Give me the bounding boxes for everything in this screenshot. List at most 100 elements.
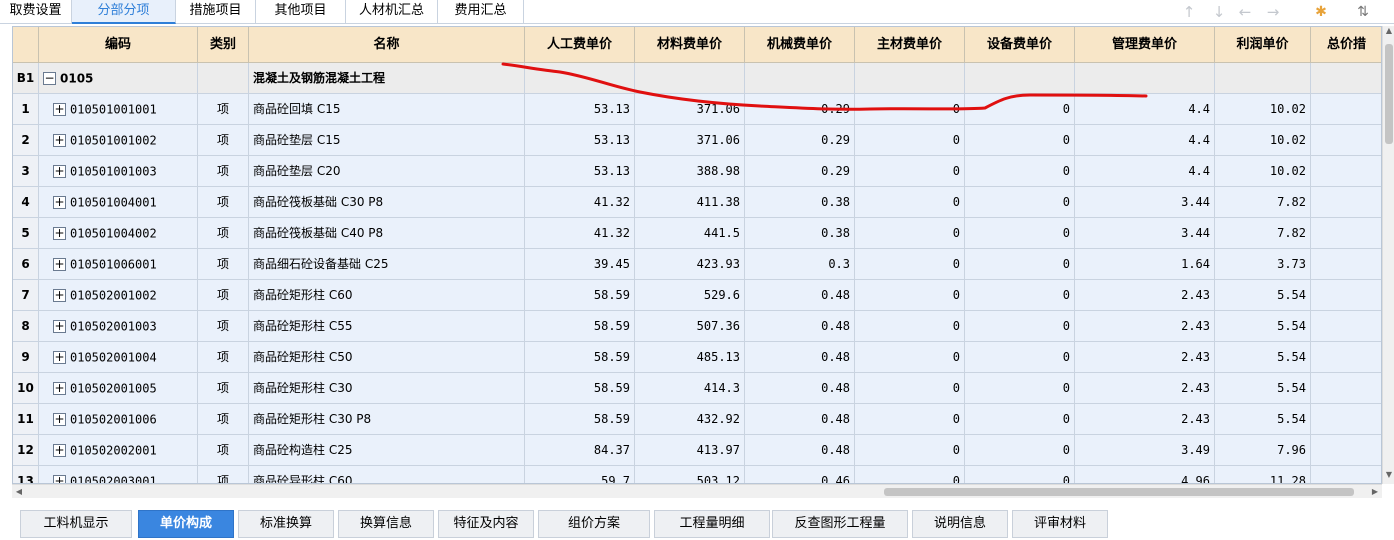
profit-price-cell[interactable]: 7.96 <box>1215 435 1311 466</box>
material-price-cell[interactable]: 413.97 <box>635 435 745 466</box>
code-cell[interactable]: +010502002001 <box>39 435 198 466</box>
main-price-cell[interactable]: 0 <box>855 311 965 342</box>
name-cell[interactable]: 商品砼矩形柱 C50 <box>249 342 525 373</box>
code-cell[interactable]: +010502001006 <box>39 404 198 435</box>
table-row[interactable]: 10 +010502001005 项商品砼矩形柱 C30 58.59 414.3 0.48… <box>13 373 1381 404</box>
mgmt-price-cell[interactable]: 3.44 <box>1075 218 1215 249</box>
name-cell[interactable]: 商品砼矩形柱 C30 P8 <box>249 404 525 435</box>
table-row[interactable]: 6 +010501006001 项商品细石砼设备基础 C25 39.45 423.93 0… <box>13 249 1381 280</box>
main-price-cell[interactable]: 0 <box>855 156 965 187</box>
column-header-code[interactable]: 编码 <box>39 27 198 63</box>
mgmt-price-cell[interactable]: 3.44 <box>1075 187 1215 218</box>
arrow-down-icon[interactable]: ↓ <box>1210 2 1228 22</box>
machine-price-cell[interactable]: 0.48 <box>745 311 855 342</box>
total-measure-cell[interactable] <box>1311 311 1381 342</box>
code-cell[interactable]: +010501004002 <box>39 218 198 249</box>
expand-icon[interactable]: + <box>53 475 66 483</box>
name-cell[interactable]: 商品砼矩形柱 C60 <box>249 280 525 311</box>
profit-price-cell[interactable]: 5.54 <box>1215 342 1311 373</box>
expand-icon[interactable]: + <box>53 351 66 364</box>
bottom-tab-4[interactable]: 换算信息 <box>338 510 434 538</box>
bottom-tab-9[interactable]: 说明信息 <box>912 510 1008 538</box>
labor-price-cell[interactable]: 41.32 <box>525 218 635 249</box>
mgmt-price-cell[interactable]: 4.4 <box>1075 125 1215 156</box>
collapse-icon[interactable]: − <box>43 72 56 85</box>
vertical-scroll-thumb[interactable] <box>1385 44 1393 144</box>
scroll-left-icon[interactable]: ◀ <box>12 485 26 499</box>
profit-price-cell[interactable]: 10.02 <box>1215 156 1311 187</box>
type-cell[interactable]: 项 <box>198 466 249 483</box>
equip-price-cell[interactable]: 0 <box>965 342 1075 373</box>
expand-icon[interactable]: + <box>53 103 66 116</box>
type-cell[interactable]: 项 <box>198 156 249 187</box>
total-measure-cell[interactable] <box>1311 280 1381 311</box>
column-header-name[interactable]: 名称 <box>249 27 525 63</box>
profit-price-cell[interactable]: 5.54 <box>1215 280 1311 311</box>
material-price-cell[interactable]: 441.5 <box>635 218 745 249</box>
table-row[interactable]: 9 +010502001004 项商品砼矩形柱 C50 58.59 485.13 0.48… <box>13 342 1381 373</box>
column-header-mgmt[interactable]: 管理费单价 <box>1075 27 1215 63</box>
mgmt-price-cell[interactable]: 2.43 <box>1075 373 1215 404</box>
mgmt-price-cell[interactable]: 3.49 <box>1075 435 1215 466</box>
name-cell[interactable]: 商品砼矩形柱 C30 <box>249 373 525 404</box>
total-measure-cell[interactable] <box>1311 342 1381 373</box>
mgmt-price-cell[interactable]: 4.96 <box>1075 466 1215 483</box>
code-cell[interactable]: +010502001003 <box>39 311 198 342</box>
main-price-cell[interactable]: 0 <box>855 218 965 249</box>
bottom-tab-7[interactable]: 工程量明细 <box>654 510 770 538</box>
bottom-tab-6[interactable]: 组价方案 <box>538 510 650 538</box>
name-cell[interactable]: 商品砼矩形柱 C55 <box>249 311 525 342</box>
bottom-tab-1[interactable]: 工料机显示 <box>20 510 132 538</box>
machine-price-cell[interactable]: 0.29 <box>745 125 855 156</box>
material-price-cell[interactable]: 485.13 <box>635 342 745 373</box>
table-row-group[interactable]: B1−0105 混凝土及钢筋混凝土工程 <box>13 63 1381 94</box>
column-header-type[interactable]: 类别 <box>198 27 249 63</box>
labor-price-cell[interactable]: 39.45 <box>525 249 635 280</box>
name-cell[interactable]: 商品砼垫层 C20 <box>249 156 525 187</box>
main-price-cell[interactable]: 0 <box>855 342 965 373</box>
expand-icon[interactable]: + <box>53 227 66 240</box>
machine-price-cell[interactable]: 0.38 <box>745 187 855 218</box>
machine-price-cell[interactable]: 0.48 <box>745 373 855 404</box>
bottom-tab-8[interactable]: 反查图形工程量 <box>772 510 908 538</box>
table-row[interactable]: 8 +010502001003 项商品砼矩形柱 C55 58.59 507.36 0.48… <box>13 311 1381 342</box>
total-measure-cell[interactable] <box>1311 125 1381 156</box>
main-price-cell[interactable]: 0 <box>855 125 965 156</box>
table-row[interactable]: 1 +010501001001 项商品砼回填 C15 53.13 371.06 0.29 0… <box>13 94 1381 125</box>
mgmt-price-cell[interactable]: 2.43 <box>1075 280 1215 311</box>
table-row[interactable]: 5 +010501004002 项商品砼筏板基础 C40 P8 41.32 441.5 0… <box>13 218 1381 249</box>
code-cell[interactable]: +010502003001 <box>39 466 198 483</box>
name-cell[interactable]: 商品细石砼设备基础 C25 <box>249 249 525 280</box>
column-header-labor[interactable]: 人工费单价 <box>525 27 635 63</box>
expand-icon[interactable]: + <box>53 320 66 333</box>
equip-price-cell[interactable]: 0 <box>965 373 1075 404</box>
name-cell[interactable]: 商品砼异形柱 C60 <box>249 466 525 483</box>
mgmt-price-cell[interactable]: 4.4 <box>1075 94 1215 125</box>
table-row[interactable]: 7 +010502001002 项商品砼矩形柱 C60 58.59 529.6 0.48 0… <box>13 280 1381 311</box>
arrow-up-icon[interactable]: ↑ <box>1180 2 1198 22</box>
top-tab-4[interactable]: 其他项目 <box>256 0 346 24</box>
expand-icon[interactable]: + <box>53 289 66 302</box>
code-cell[interactable]: +010502001002 <box>39 280 198 311</box>
name-cell[interactable]: 商品砼构造柱 C25 <box>249 435 525 466</box>
type-cell[interactable]: 项 <box>198 404 249 435</box>
material-price-cell[interactable]: 388.98 <box>635 156 745 187</box>
labor-price-cell[interactable]: 84.37 <box>525 435 635 466</box>
code-cell[interactable]: +010501001002 <box>39 125 198 156</box>
top-tab-2[interactable]: 分部分项 <box>72 0 176 24</box>
main-price-cell[interactable]: 0 <box>855 280 965 311</box>
vertical-scrollbar[interactable]: ▲ ▼ <box>1382 26 1394 484</box>
material-price-cell[interactable]: 411.38 <box>635 187 745 218</box>
code-cell[interactable]: +010501004001 <box>39 187 198 218</box>
sort-icon[interactable]: ⇅ <box>1354 2 1372 22</box>
column-header-main[interactable]: 主材费单价 <box>855 27 965 63</box>
total-measure-cell[interactable] <box>1311 435 1381 466</box>
code-cell[interactable]: +010502001004 <box>39 342 198 373</box>
main-price-cell[interactable]: 0 <box>855 404 965 435</box>
code-cell[interactable]: +010501001003 <box>39 156 198 187</box>
equip-price-cell[interactable]: 0 <box>965 187 1075 218</box>
profit-price-cell[interactable]: 11.28 <box>1215 466 1311 483</box>
equip-price-cell[interactable]: 0 <box>965 280 1075 311</box>
column-header-machine[interactable]: 机械费单价 <box>745 27 855 63</box>
column-header-material[interactable]: 材料费单价 <box>635 27 745 63</box>
